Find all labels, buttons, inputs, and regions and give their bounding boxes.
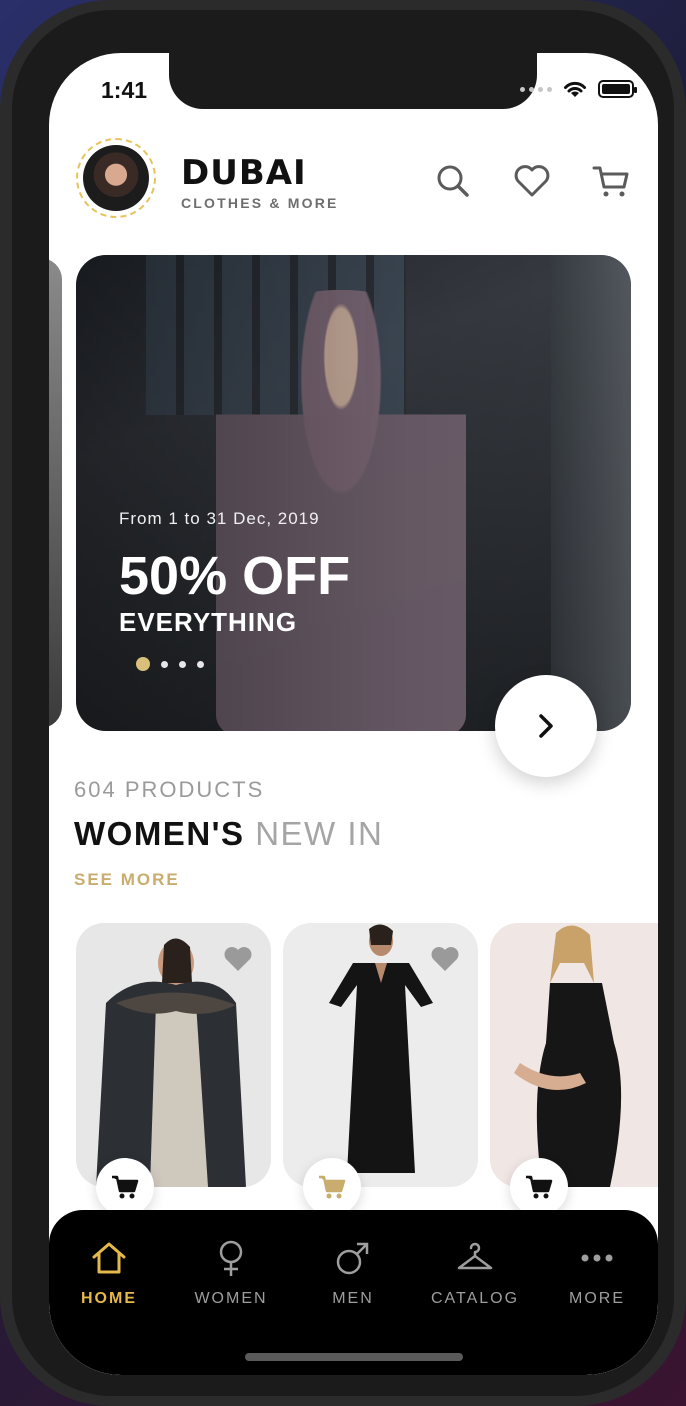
home-indicator[interactable] xyxy=(245,1353,463,1361)
home-icon xyxy=(92,1242,126,1274)
promo-banner[interactable]: From 1 to 31 Dec, 2019 50% OFF EVERYTHIN… xyxy=(76,255,631,731)
cart-icon xyxy=(319,1175,346,1199)
tab-home[interactable]: HOME xyxy=(54,1238,164,1308)
product-card[interactable] xyxy=(76,923,271,1187)
product-card[interactable] xyxy=(490,923,658,1187)
see-more-link[interactable]: SEE MORE xyxy=(74,870,180,890)
phone-bezel: 1:41 DUBAI CLOTHES & MORE From 1 to 31 D… xyxy=(12,10,674,1396)
product-count: 604 PRODUCTS xyxy=(74,777,265,802)
pagination-dot[interactable] xyxy=(136,657,150,671)
cart-icon[interactable] xyxy=(591,161,631,201)
tab-label: MEN xyxy=(332,1290,374,1307)
wifi-icon xyxy=(564,81,586,97)
wishlist-heart-icon[interactable] xyxy=(512,161,552,201)
battery-icon xyxy=(598,80,637,98)
product-image xyxy=(514,925,622,1187)
section-title-bold: WOMEN'S xyxy=(74,815,245,852)
bottom-tab-bar: HOME WOMEN MEN CATALOG MORE xyxy=(49,1210,658,1375)
app-screen: 1:41 DUBAI CLOTHES & MORE From 1 to 31 D… xyxy=(49,53,658,1375)
carousel-pagination xyxy=(136,657,204,671)
tab-catalog[interactable]: CATALOG xyxy=(420,1238,530,1308)
brand-name: DUBAI xyxy=(181,153,307,193)
notch xyxy=(169,53,537,109)
tab-women[interactable]: WOMEN xyxy=(176,1238,286,1308)
tab-more[interactable]: MORE xyxy=(542,1238,652,1308)
carousel-prev-card[interactable] xyxy=(49,258,62,728)
section-title-light: NEW IN xyxy=(255,815,384,852)
male-symbol-icon xyxy=(336,1242,369,1275)
female-symbol-icon xyxy=(219,1240,243,1276)
banner-headline: 50% OFF xyxy=(119,546,351,606)
brand-logo: DUBAI CLOTHES & MORE xyxy=(181,153,339,211)
cart-icon xyxy=(526,1175,553,1199)
tab-label: CATALOG xyxy=(430,1290,520,1307)
search-icon[interactable] xyxy=(433,161,473,201)
status-time: 1:41 xyxy=(101,77,148,103)
banner-subheadline: EVERYTHING xyxy=(119,607,298,637)
pagination-dot[interactable] xyxy=(179,660,186,668)
chevron-right-icon xyxy=(539,714,553,738)
section-title: WOMEN'S NEW IN xyxy=(74,815,383,853)
cart-icon xyxy=(112,1175,139,1199)
banner-date: From 1 to 31 Dec, 2019 xyxy=(119,509,320,528)
add-to-cart-button[interactable] xyxy=(303,1158,361,1216)
profile-avatar-button[interactable] xyxy=(76,138,156,218)
tab-label: HOME xyxy=(81,1290,137,1307)
more-dots-icon xyxy=(581,1254,613,1262)
pagination-dot[interactable] xyxy=(161,660,168,668)
tab-label: MORE xyxy=(569,1290,625,1307)
add-to-cart-button[interactable] xyxy=(96,1158,154,1216)
tab-label: WOMEN xyxy=(194,1290,268,1307)
pagination-dot[interactable] xyxy=(197,660,204,668)
favorite-heart-icon[interactable] xyxy=(430,945,460,973)
status-icons xyxy=(520,79,637,99)
add-to-cart-button[interactable] xyxy=(510,1158,568,1216)
brand-tagline: CLOTHES & MORE xyxy=(181,195,339,211)
favorite-heart-icon[interactable] xyxy=(223,945,253,973)
tab-men[interactable]: MEN xyxy=(298,1238,408,1308)
cellular-signal-icon xyxy=(520,86,552,92)
hanger-icon xyxy=(457,1242,493,1270)
phone-frame: 1:41 DUBAI CLOTHES & MORE From 1 to 31 D… xyxy=(0,0,686,1406)
product-card[interactable] xyxy=(283,923,478,1187)
carousel-next-button[interactable] xyxy=(495,675,597,777)
avatar xyxy=(83,145,149,211)
